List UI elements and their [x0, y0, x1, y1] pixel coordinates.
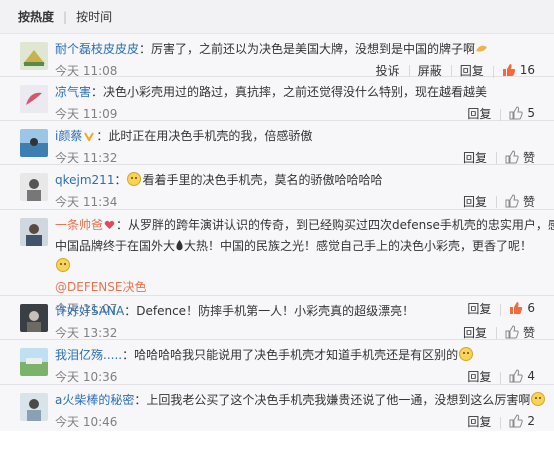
- thumbs-up-icon: [509, 414, 524, 428]
- like-button[interactable]: 16: [492, 63, 544, 78]
- thumbs-up-icon: [509, 106, 524, 120]
- avatar[interactable]: [20, 85, 48, 113]
- comment-username[interactable]: 我泪亿殇.....: [55, 348, 122, 362]
- thumbs-up-icon: [505, 194, 519, 208]
- sort-by-hot-tab[interactable]: 按热度: [18, 8, 54, 25]
- comment-username[interactable]: a火柴棒的秘密: [55, 393, 134, 407]
- avatar[interactable]: [20, 173, 48, 201]
- avatar[interactable]: [20, 218, 48, 246]
- like-count: 2: [527, 414, 535, 428]
- thumbs-up-icon: [509, 369, 524, 383]
- reply-button[interactable]: 回复: [458, 105, 500, 122]
- like-button[interactable]: 4: [500, 369, 544, 384]
- comment-time: 今天 10:46: [55, 414, 118, 429]
- comment-item: i颜蔡 ：此时正在用决色手机壳的我，倍感骄傲 今天 11:32 回复 赞: [0, 121, 554, 165]
- comment-text: ：决色小彩壳用过的路过，真抗摔，之前还觉得没什么特别，现在越看越美: [91, 85, 488, 99]
- like-button[interactable]: 赞: [495, 193, 544, 210]
- comment-text: ：从罗胖的跨年演讲认识的传奇，到已经购买过四次defense手机壳的忠实用户，感…: [116, 218, 554, 232]
- like-button[interactable]: 赞: [495, 324, 544, 341]
- thumbs-up-icon: [502, 63, 516, 77]
- comment-time: 今天 11:32: [55, 150, 118, 165]
- comment-username[interactable]: i颜蔡: [55, 129, 82, 143]
- like-count: 赞: [522, 325, 535, 340]
- comment-item: 一条帅爸 ：从罗胖的跨年演讲认识的传奇，到已经购买过四次defense手机壳的忠实…: [0, 210, 554, 316]
- smile-emoji-icon: [459, 347, 474, 361]
- like-count: 赞: [522, 194, 535, 209]
- comment-username[interactable]: 许好好SANA: [55, 304, 124, 318]
- avatar[interactable]: [20, 129, 48, 157]
- reply-button[interactable]: 回复: [458, 413, 500, 430]
- reply-button[interactable]: 回复: [454, 324, 496, 341]
- comment-text: ：厉害了，之前还以为决色是美国大牌，没想到是中国的牌子啊: [139, 42, 476, 56]
- reply-button[interactable]: 回复: [454, 193, 496, 210]
- like-count: 16: [519, 63, 535, 77]
- laugh-emoji-icon: [531, 392, 546, 406]
- like-button[interactable]: 5: [500, 106, 544, 121]
- like-count: 赞: [522, 150, 535, 165]
- vip-badge-icon: [84, 127, 95, 143]
- comment-text: ：此时正在用决色手机壳的我，倍感骄傲: [96, 129, 313, 143]
- smile-emoji-icon: [127, 172, 142, 186]
- avatar[interactable]: [20, 393, 48, 421]
- comment-time: 今天 10:36: [55, 369, 118, 384]
- avatar[interactable]: [20, 42, 48, 70]
- comment-text: ：上回我老公买了这个决色手机壳我嫌贵还说了他一通，没想到这么厉害啊: [134, 393, 531, 407]
- comment-username[interactable]: qkejm211: [55, 173, 114, 187]
- comment-item: qkejm211： 看着手里的决色手机壳，莫名的骄傲哈哈哈哈 今天 11:34 回…: [0, 165, 554, 210]
- fire-drop-icon: [175, 237, 184, 251]
- reply-button[interactable]: 回复: [450, 62, 493, 79]
- comment-time: 今天 11:08: [55, 63, 118, 78]
- comments-panel: 按热度 | 按时间 耐个磊枝皮皮皮：厉害了，之前还以为决色是美国大牌，没想到是中…: [0, 0, 554, 472]
- clap-emoji-icon: [475, 40, 489, 52]
- avatar[interactable]: [20, 304, 48, 332]
- comment-username[interactable]: 凉气害: [55, 85, 91, 99]
- comment-username[interactable]: 耐个磊枝皮皮皮: [55, 42, 139, 56]
- thumbs-up-icon: [505, 325, 519, 339]
- comment-text-cont: 中国品牌终于在国外大: [55, 239, 176, 253]
- sort-divider: |: [63, 9, 68, 24]
- comment-item: 耐个磊枝皮皮皮：厉害了，之前还以为决色是美国大牌，没想到是中国的牌子啊 今天 1…: [0, 34, 554, 79]
- reply-button[interactable]: 回复: [458, 368, 500, 385]
- heart-badge-icon: [104, 216, 115, 229]
- block-button[interactable]: 屏蔽: [408, 62, 451, 79]
- avatar[interactable]: [20, 348, 48, 376]
- comment-text-cont2: 大热！中国的民族之光！感觉自己手上的决色小彩壳，更香了呢！: [184, 239, 533, 253]
- comment-time: 今天 13:32: [55, 325, 118, 340]
- comment-username[interactable]: 一条帅爸: [55, 218, 103, 232]
- like-button[interactable]: 赞: [495, 149, 544, 166]
- like-count: 5: [527, 106, 535, 120]
- comment-text: ：Defence！防摔手机第一人！小彩壳真的超级漂亮！: [124, 304, 415, 318]
- comment-item: 许好好SANA：Defence！防摔手机第一人！小彩壳真的超级漂亮！ 今天 13…: [0, 296, 554, 340]
- comment-item: 我泪亿殇.....：哈哈哈哈我只能说用了决色手机壳才知道手机壳还是有区别的 今天…: [0, 340, 554, 385]
- reply-button[interactable]: 回复: [454, 149, 496, 166]
- comment-text: ：哈哈哈哈我只能说用了决色手机壳才知道手机壳还是有区别的: [122, 348, 459, 362]
- report-button[interactable]: 投诉: [367, 62, 409, 79]
- sort-by-time-tab[interactable]: 按时间: [76, 8, 112, 25]
- comment-text: 看着手里的决色手机壳，莫名的骄傲哈哈哈哈: [142, 173, 383, 187]
- comment-item: a火柴棒的秘密：上回我老公买了这个决色手机壳我嫌贵还说了他一通，没想到这么厉害啊…: [0, 385, 554, 431]
- mention-link[interactable]: @DEFENSE决色: [55, 280, 146, 294]
- thumbs-up-icon: [505, 150, 519, 164]
- like-count: 4: [527, 369, 535, 383]
- comment-list: 耐个磊枝皮皮皮：厉害了，之前还以为决色是美国大牌，没想到是中国的牌子啊 今天 1…: [0, 34, 554, 431]
- sort-bar: 按热度 | 按时间: [0, 0, 554, 34]
- like-button[interactable]: 2: [500, 414, 544, 429]
- comment-time: 今天 11:09: [55, 106, 118, 121]
- smile-emoji-icon: [56, 258, 70, 272]
- comment-item: 凉气害：决色小彩壳用过的路过，真抗摔，之前还觉得没什么特别，现在越看越美 今天 …: [0, 77, 554, 121]
- comment-time: 今天 11:34: [55, 194, 118, 209]
